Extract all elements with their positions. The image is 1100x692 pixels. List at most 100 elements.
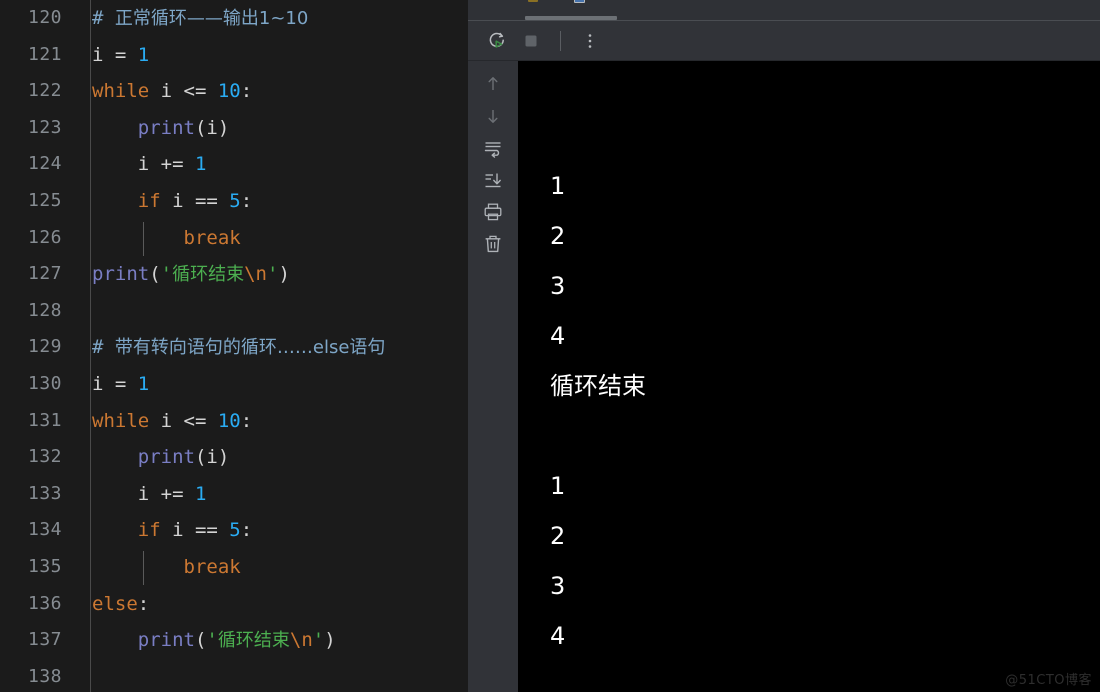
line-number: 131	[27, 409, 62, 431]
line-number: 121	[27, 43, 62, 65]
code-line-text: break	[92, 220, 241, 257]
up-button[interactable]	[477, 69, 509, 98]
code-line[interactable]: 136 else:	[0, 586, 468, 623]
more-options-button[interactable]	[575, 26, 605, 56]
line-number: 134	[27, 519, 62, 541]
code-line-text: print(i)	[92, 439, 230, 476]
code-line[interactable]: 123 print(i)	[0, 110, 468, 147]
token-plain: (i)	[194, 116, 230, 139]
active-tab-underline[interactable]	[525, 16, 617, 20]
code-line[interactable]: 135 break	[0, 549, 468, 586]
code-line[interactable]: 130 i = 1	[0, 366, 468, 403]
token-escape: \n	[244, 263, 267, 286]
token-keyword: while	[92, 409, 150, 432]
token-plain: i +=	[92, 153, 195, 176]
run-console-pane: 1 2 3 4 循环结束 1 2 3 4 @51CTO博客	[468, 0, 1100, 692]
rerun-button[interactable]	[482, 26, 512, 56]
token-number: 1	[194, 153, 207, 176]
file-icon	[574, 0, 585, 3]
code-line-text: if i == 5:	[92, 512, 252, 549]
token-func: print	[137, 116, 195, 139]
code-line-text: print('循环结束\n')	[92, 622, 336, 660]
code-line[interactable]: 126 break	[0, 220, 468, 257]
token-plain: i =	[92, 372, 138, 395]
token-plain: (	[149, 263, 161, 286]
soft-wrap-icon	[484, 141, 501, 158]
token-plain: i <=	[149, 409, 218, 432]
line-number: 135	[27, 555, 62, 577]
code-line[interactable]: 124 i += 1	[0, 146, 468, 183]
code-line[interactable]: 133 i += 1	[0, 476, 468, 513]
scroll-to-end-icon	[485, 173, 501, 187]
line-number: 128	[27, 299, 62, 321]
code-line[interactable]: 121 i = 1	[0, 37, 468, 74]
line-number: 129	[27, 336, 62, 358]
tabstrip-partial-icons	[528, 0, 585, 3]
toolbar-separator	[560, 30, 561, 51]
scroll-to-end-button[interactable]	[477, 165, 509, 194]
line-number: 125	[27, 189, 62, 211]
token-plain: i <=	[149, 80, 218, 103]
token-keyword: break	[183, 226, 241, 249]
trash-icon	[485, 235, 501, 252]
code-line-text: print(i)	[92, 110, 230, 147]
watermark-label: @51CTO博客	[1005, 673, 1092, 688]
rerun-icon	[489, 32, 504, 48]
print-button[interactable]	[477, 197, 509, 226]
code-line-list[interactable]: 120 # 正常循环——输出1~10 121 i = 1 122 while i <= 1…	[0, 0, 468, 692]
code-line[interactable]: 137 print('循环结束\n')	[0, 622, 468, 659]
token-plain: :	[240, 519, 253, 542]
output-blank-line	[518, 111, 1100, 161]
output-line: 2	[550, 222, 566, 250]
token-keyword: if	[137, 189, 161, 212]
clear-all-button[interactable]	[477, 229, 509, 258]
code-line[interactable]: 120 # 正常循环——输出1~10	[0, 0, 468, 37]
output-line: 循环结束	[550, 372, 646, 400]
code-line[interactable]: 129 # 带有转向语句的循环……else语句	[0, 329, 468, 366]
line-number: 138	[27, 665, 62, 687]
token-number: 1	[137, 43, 150, 66]
code-line[interactable]: 128	[0, 293, 468, 330]
token-comment: 正常循环——输出1~10	[114, 8, 309, 29]
print-icon	[484, 203, 502, 220]
token-keyword: else	[92, 592, 138, 615]
soft-wrap-button[interactable]	[477, 133, 509, 162]
down-arrow-icon	[488, 109, 498, 123]
stop-button[interactable]	[516, 26, 546, 56]
code-editor-pane[interactable]: 120 # 正常循环——输出1~10 121 i = 1 122 while i <= 1…	[0, 0, 468, 692]
line-number: 126	[27, 226, 62, 248]
line-number: 127	[27, 263, 62, 285]
code-line[interactable]: 134 if i == 5:	[0, 512, 468, 549]
token-number: 10	[217, 409, 241, 432]
token-number: 10	[217, 80, 241, 103]
code-line[interactable]: 125 if i == 5:	[0, 183, 468, 220]
code-line[interactable]: 122 while i <= 10:	[0, 73, 468, 110]
code-line[interactable]: 127 print('循环结束\n')	[0, 256, 468, 293]
down-button[interactable]	[477, 101, 509, 130]
output-blank-line	[518, 411, 1100, 461]
code-line[interactable]: 132 print(i)	[0, 439, 468, 476]
tool-window-tabstrip[interactable]	[468, 0, 1100, 21]
token-keyword: break	[183, 555, 241, 578]
token-string: 循环结束	[172, 264, 245, 286]
output-line: 1	[550, 472, 566, 500]
token-string: '	[267, 263, 279, 286]
stop-icon	[525, 35, 537, 46]
console-output-area[interactable]: 1 2 3 4 循环结束 1 2 3 4	[518, 61, 1100, 692]
output-line: 4	[550, 322, 566, 350]
line-number: 137	[27, 629, 62, 651]
code-line[interactable]: 138	[0, 659, 468, 692]
line-number: 120	[27, 7, 62, 28]
token-func: print	[137, 446, 195, 469]
token-plain: )	[278, 263, 290, 286]
output-line: 3	[550, 272, 566, 300]
code-line[interactable]: 131 while i <= 10:	[0, 403, 468, 440]
token-plain: i ==	[160, 519, 230, 542]
warning-icon	[528, 0, 538, 2]
